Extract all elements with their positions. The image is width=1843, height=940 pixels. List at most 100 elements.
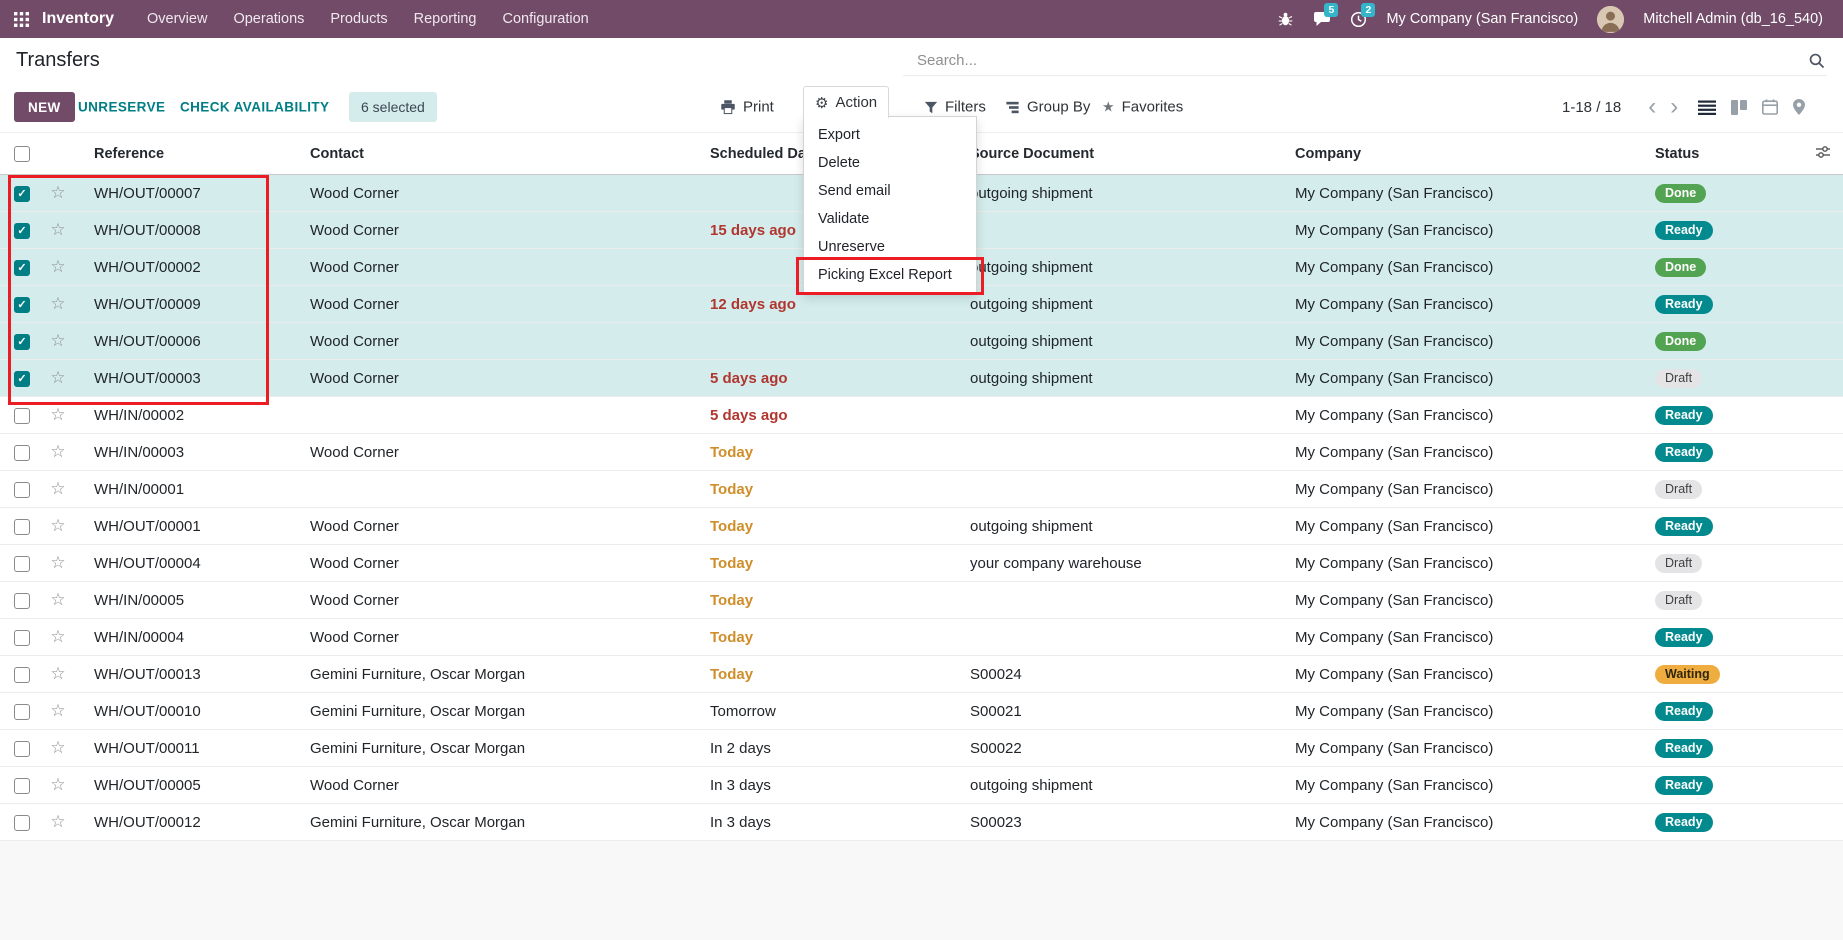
table-row[interactable]: WH/OUT/00013 Gemini Furniture, Oscar Mor…: [0, 656, 1843, 693]
row-checkbox[interactable]: [14, 519, 30, 535]
table-row[interactable]: WH/OUT/00011 Gemini Furniture, Oscar Mor…: [0, 730, 1843, 767]
group-by-button[interactable]: Group By: [1005, 99, 1090, 116]
print-button[interactable]: Print: [720, 99, 774, 116]
action-button[interactable]: Action: [803, 86, 889, 118]
messages-button[interactable]: 5: [1313, 11, 1331, 27]
favorite-star-icon[interactable]: [50, 257, 65, 276]
favorite-star-icon[interactable]: [50, 738, 65, 757]
table-row[interactable]: WH/OUT/00006 Wood Corner outgoing shipme…: [0, 323, 1843, 360]
favorite-star-icon[interactable]: [50, 664, 65, 683]
debug-button[interactable]: [1277, 11, 1294, 27]
table-row[interactable]: WH/IN/00005 Wood Corner Today My Company…: [0, 582, 1843, 619]
table-row[interactable]: WH/IN/00004 Wood Corner Today My Company…: [0, 619, 1843, 656]
app-name[interactable]: Inventory: [42, 10, 114, 28]
action-menu-item[interactable]: Unreserve: [804, 233, 976, 261]
table-row[interactable]: WH/IN/00002 5 days ago My Company (San F…: [0, 397, 1843, 434]
action-menu-item[interactable]: Export: [804, 121, 976, 149]
row-checkbox[interactable]: [14, 704, 30, 720]
table-row[interactable]: WH/OUT/00004 Wood Corner Today your comp…: [0, 545, 1843, 582]
nav-menu-item[interactable]: Reporting: [401, 0, 490, 38]
optional-columns-button[interactable]: [1815, 144, 1831, 160]
filters-button[interactable]: Filters: [924, 99, 986, 116]
row-checkbox[interactable]: [14, 556, 30, 572]
favorite-star-icon[interactable]: [50, 294, 65, 313]
row-checkbox[interactable]: [14, 408, 30, 424]
row-checkbox[interactable]: [14, 482, 30, 498]
column-header-reference[interactable]: Reference: [76, 133, 302, 175]
favorite-star-icon[interactable]: [50, 553, 65, 572]
status-cell: Ready: [1647, 619, 1807, 656]
new-button[interactable]: NEW: [14, 92, 75, 122]
nav-menu-item[interactable]: Products: [317, 0, 400, 38]
user-menu[interactable]: Mitchell Admin (db_16_540): [1643, 11, 1823, 27]
favorite-star-icon[interactable]: [50, 627, 65, 646]
table-row[interactable]: WH/IN/00003 Wood Corner Today My Company…: [0, 434, 1843, 471]
row-checkbox[interactable]: [14, 297, 30, 313]
list-view-button[interactable]: [1698, 100, 1716, 115]
action-menu-item[interactable]: Validate: [804, 205, 976, 233]
favorite-star-icon[interactable]: [50, 812, 65, 831]
favorite-star-icon[interactable]: [50, 220, 65, 239]
control-panel-top: Transfers: [0, 38, 1843, 82]
row-checkbox[interactable]: [14, 334, 30, 350]
apps-menu-button[interactable]: [0, 0, 42, 38]
favorite-star-icon[interactable]: [50, 331, 65, 350]
action-menu-item[interactable]: Delete: [804, 149, 976, 177]
column-header-source-document[interactable]: Source Document: [962, 133, 1287, 175]
contact-cell: [302, 471, 702, 508]
avatar[interactable]: [1597, 6, 1624, 33]
table-row[interactable]: WH/OUT/00001 Wood Corner Today outgoing …: [0, 508, 1843, 545]
column-header-company[interactable]: Company: [1287, 133, 1647, 175]
favorite-star-icon[interactable]: [50, 701, 65, 720]
favorite-star-icon[interactable]: [50, 590, 65, 609]
row-checkbox[interactable]: [14, 445, 30, 461]
table-row[interactable]: WH/OUT/00010 Gemini Furniture, Oscar Mor…: [0, 693, 1843, 730]
row-checkbox[interactable]: [14, 815, 30, 831]
favorite-star-icon[interactable]: [50, 368, 65, 387]
table-row[interactable]: WH/OUT/00003 Wood Corner 5 days ago outg…: [0, 360, 1843, 397]
search-input[interactable]: [903, 52, 1808, 69]
action-menu-item[interactable]: Send email: [804, 177, 976, 205]
activities-button[interactable]: 2: [1350, 11, 1367, 28]
pager-previous-button[interactable]: [1641, 98, 1663, 116]
check-availability-button[interactable]: CHECK AVAILABILITY: [180, 100, 329, 115]
select-all-checkbox[interactable]: [14, 146, 30, 162]
gear-icon: [815, 94, 828, 112]
favorite-star-icon[interactable]: [50, 479, 65, 498]
column-header-status[interactable]: Status: [1647, 133, 1807, 175]
nav-menu-item[interactable]: Configuration: [490, 0, 602, 38]
favorite-star-icon[interactable]: [50, 405, 65, 424]
reference-cell: WH/IN/00001: [76, 471, 302, 508]
table-row[interactable]: WH/OUT/00012 Gemini Furniture, Oscar Mor…: [0, 804, 1843, 841]
column-header-contact[interactable]: Contact: [302, 133, 702, 175]
reference-cell: WH/OUT/00011: [76, 730, 302, 767]
row-checkbox[interactable]: [14, 667, 30, 683]
favorite-star-icon[interactable]: [50, 442, 65, 461]
row-checkbox[interactable]: [14, 593, 30, 609]
map-view-button[interactable]: [1793, 99, 1805, 115]
row-checkbox[interactable]: [14, 186, 30, 202]
row-checkbox[interactable]: [14, 223, 30, 239]
search-icon[interactable]: [1808, 52, 1825, 69]
nav-menu-item[interactable]: Operations: [220, 0, 317, 38]
favorite-star-icon[interactable]: [50, 516, 65, 535]
source-document-cell: outgoing shipment: [962, 323, 1287, 360]
pager-next-button[interactable]: [1663, 98, 1685, 116]
table-row[interactable]: WH/IN/00001 Today My Company (San Franci…: [0, 471, 1843, 508]
scheduled-date-cell: Today: [702, 582, 962, 619]
favorite-star-icon[interactable]: [50, 183, 65, 202]
row-checkbox[interactable]: [14, 371, 30, 387]
company-switcher[interactable]: My Company (San Francisco): [1386, 11, 1578, 27]
favorites-button[interactable]: Favorites: [1102, 99, 1183, 116]
row-checkbox[interactable]: [14, 260, 30, 276]
nav-menu-item[interactable]: Overview: [134, 0, 220, 38]
row-checkbox[interactable]: [14, 630, 30, 646]
favorite-star-icon[interactable]: [50, 775, 65, 794]
kanban-view-button[interactable]: [1731, 100, 1747, 115]
row-checkbox[interactable]: [14, 778, 30, 794]
table-row[interactable]: WH/OUT/00005 Wood Corner In 3 days outgo…: [0, 767, 1843, 804]
row-checkbox[interactable]: [14, 741, 30, 757]
calendar-view-button[interactable]: [1762, 99, 1778, 115]
action-menu-item[interactable]: Picking Excel Report: [804, 261, 976, 289]
unreserve-button[interactable]: UNRESERVE: [78, 100, 165, 115]
